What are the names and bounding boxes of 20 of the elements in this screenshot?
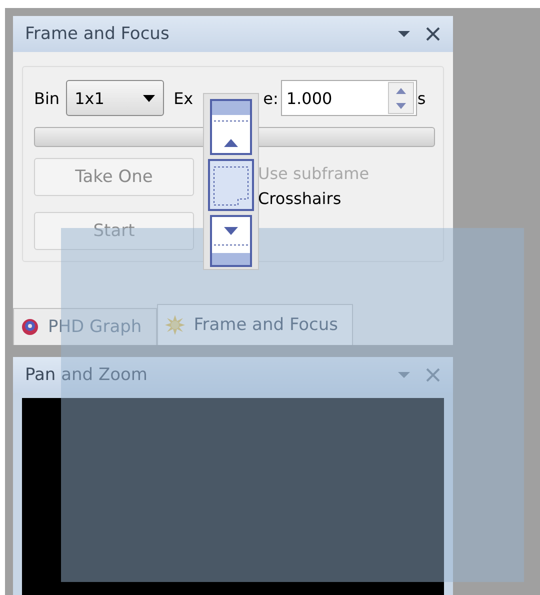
bin-dropdown[interactable]: 1x1 [66, 80, 164, 116]
panel-title: Pan and Zoom [25, 365, 148, 385]
exposure-label: Ex [174, 88, 194, 108]
exposure-label: e: [263, 88, 278, 108]
sun-icon [164, 314, 186, 336]
target-icon [20, 317, 40, 337]
dock-center-icon[interactable] [208, 159, 254, 211]
close-icon[interactable] [425, 26, 441, 42]
exposure-field[interactable]: 1.000 [281, 80, 418, 116]
dropdown-icon[interactable] [397, 30, 411, 38]
unit-label: s [417, 88, 426, 108]
tab[interactable]: PHD Graph [13, 308, 157, 345]
caret-icon [142, 94, 155, 102]
dock-top-icon[interactable] [210, 99, 252, 155]
dock-bottom-icon[interactable] [210, 215, 252, 267]
spin-buttons[interactable] [388, 82, 414, 114]
checkbox-label[interactable]: Crosshairs [258, 189, 370, 208]
panel-title: Frame and Focus [25, 24, 170, 44]
bin-label: Bin [34, 88, 60, 108]
tab[interactable]: Frame and Focus [156, 304, 353, 345]
